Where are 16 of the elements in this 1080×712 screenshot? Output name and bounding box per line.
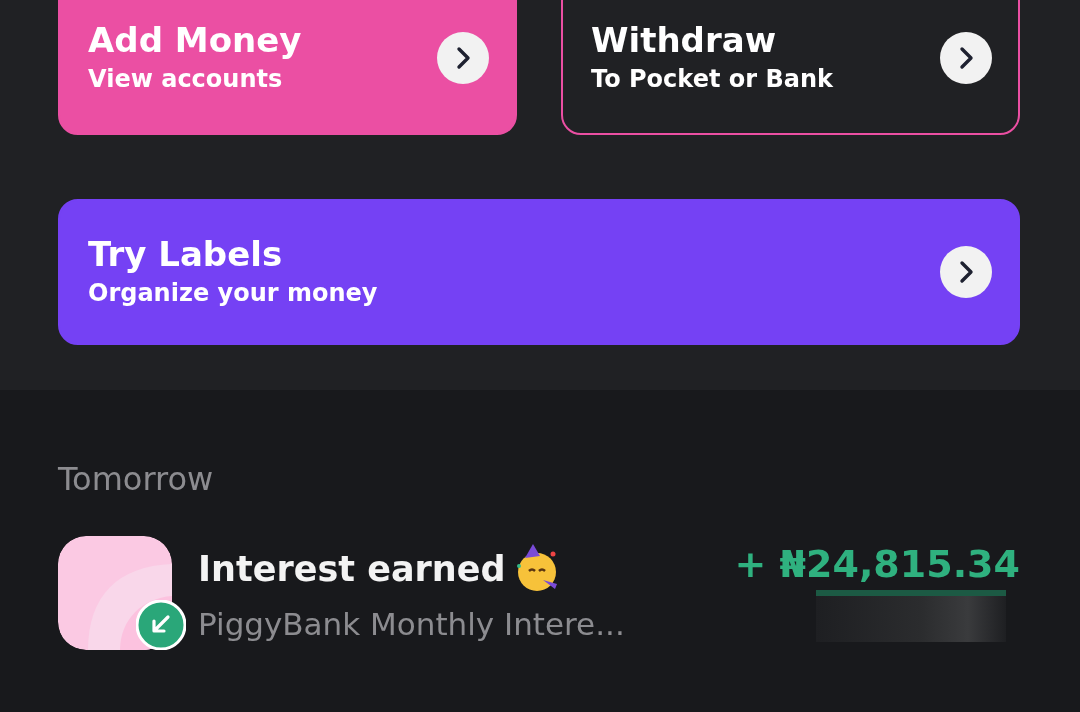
chevron-right-icon[interactable] bbox=[437, 31, 489, 84]
card-subtitle: To Pocket or Bank bbox=[591, 63, 833, 95]
card-title: Add Money bbox=[88, 18, 302, 61]
transaction-title: Interest earned bbox=[198, 549, 506, 589]
card-title: Try Labels bbox=[88, 233, 284, 275]
transaction-amount: + ₦24,815.34 bbox=[734, 542, 1020, 586]
chevron-right-icon[interactable] bbox=[940, 246, 992, 298]
action-card[interactable]: Try Labels Organize your money bbox=[58, 199, 1020, 345]
card-subtitle: Organize your money bbox=[88, 278, 378, 309]
transaction-description: PiggyBank Monthly Intere... bbox=[198, 606, 626, 642]
card-subtitle: View accounts bbox=[88, 63, 284, 95]
action-card[interactable]: Withdraw To Pocket or Bank bbox=[561, 0, 1020, 135]
action-card[interactable]: Add Money View accounts bbox=[58, 0, 517, 135]
section-heading: Tomorrow bbox=[58, 460, 215, 498]
chevron-right-icon[interactable] bbox=[940, 31, 992, 84]
card-title: Withdraw bbox=[591, 18, 778, 61]
